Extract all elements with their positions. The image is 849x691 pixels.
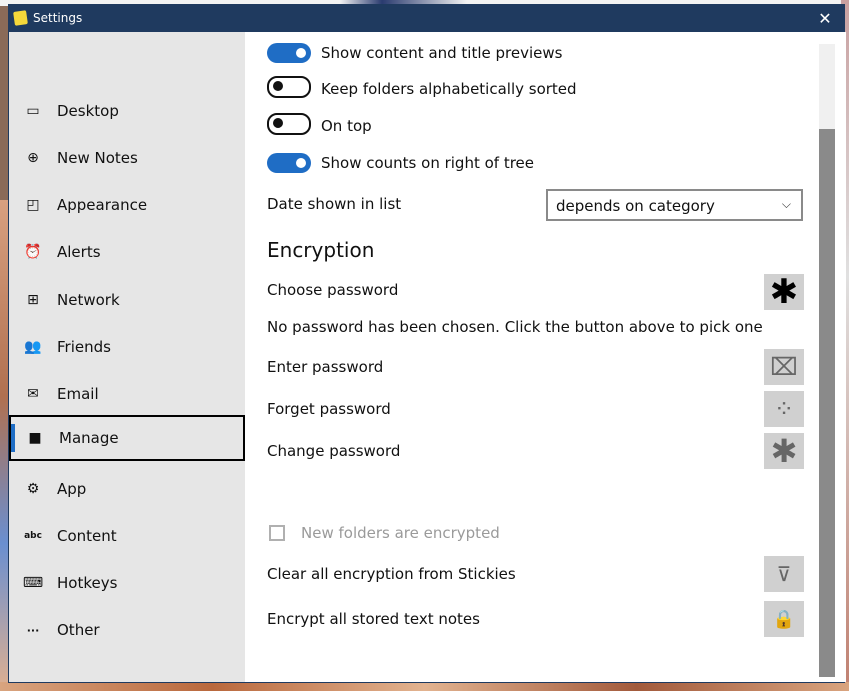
toggle-label: Keep folders alphabetically sorted [321, 80, 577, 98]
enter-password-button[interactable]: ⌧ [764, 349, 804, 385]
toggle-content-title-previews[interactable] [267, 43, 311, 63]
sidebar-item-label: Hotkeys [57, 574, 118, 592]
sidebar-item-label: Email [57, 385, 99, 403]
toggle-show-counts[interactable] [267, 153, 311, 173]
sidebar-item-new-notes[interactable]: ⊕ New Notes [9, 135, 245, 181]
password-entry-icon: ⌧ [770, 353, 798, 381]
sidebar-item-label: Manage [59, 429, 119, 447]
sidebar-item-label: Network [57, 291, 120, 309]
keyboard-icon: ⌨ [22, 575, 44, 591]
toggle-label: Show content and title previews [321, 44, 563, 62]
asterisk-icon: ✱ [769, 272, 799, 312]
toggle-on-top[interactable] [267, 113, 311, 135]
abc-icon: abc [24, 531, 42, 541]
toggle-knob [296, 48, 306, 58]
sidebar-item-app[interactable]: ⚙ App [9, 466, 245, 512]
new-folders-encrypted-checkbox[interactable] [269, 525, 285, 541]
choose-password-button[interactable]: ✱ [764, 272, 804, 312]
sidebar-item-alerts[interactable]: ⏰ Alerts [9, 229, 245, 275]
toggle-knob [273, 118, 283, 128]
lock-icon: 🔒 [772, 608, 796, 630]
sidebar-item-appearance[interactable]: ◰ Appearance [9, 182, 245, 228]
plus-circle-icon: ⊕ [27, 150, 39, 166]
date-shown-value: depends on category [556, 197, 715, 215]
spinner-dots-icon: ⁘ [773, 395, 795, 423]
scrollbar-thumb[interactable] [819, 129, 835, 677]
change-password-button[interactable]: ✱ [764, 432, 804, 470]
window-title: Settings [33, 11, 83, 25]
enter-password-label: Enter password [267, 358, 384, 376]
monitor-icon: ▭ [26, 103, 40, 119]
sidebar-item-hotkeys[interactable]: ⌨ Hotkeys [9, 560, 245, 606]
asterisk-icon: ✱ [770, 432, 798, 470]
toggle-folders-sorted[interactable] [267, 76, 311, 98]
toggle-label: Show counts on right of tree [321, 154, 535, 172]
sidebar-item-desktop[interactable]: ▭ Desktop [9, 88, 245, 134]
encrypt-notes-button[interactable]: 🔒 [764, 601, 804, 637]
sidebar-item-label: Other [57, 621, 100, 639]
toggle-knob [296, 158, 306, 168]
note-icon: ◰ [26, 197, 40, 213]
sidebar-item-label: Desktop [57, 102, 119, 120]
title-bar[interactable]: Settings ✕ [9, 5, 844, 32]
network-icon: ⊞ [27, 292, 39, 308]
settings-sidebar: ▭ Desktop ⊕ New Notes ◰ Appearance ⏰ Ale… [9, 32, 245, 682]
ellipsis-icon: ··· [26, 623, 40, 637]
sidebar-item-email[interactable]: ✉ Email [9, 371, 245, 417]
sticky-note-app-icon [13, 10, 28, 26]
change-password-label: Change password [267, 442, 401, 460]
date-shown-label: Date shown in list [267, 195, 402, 213]
chevron-down-icon: ⌵ [781, 197, 791, 211]
sidebar-item-manage[interactable]: ■ Manage [9, 415, 245, 461]
alarm-clock-icon: ⏰ [24, 244, 42, 260]
sidebar-item-other[interactable]: ··· Other [9, 607, 245, 653]
sidebar-item-label: Friends [57, 338, 111, 356]
settings-window: Settings ✕ ▭ Desktop ⊕ New Notes ◰ Appea… [8, 4, 846, 683]
encrypt-notes-label: Encrypt all stored text notes [267, 610, 480, 628]
encryption-heading: Encryption [267, 238, 375, 262]
clear-encryption-label: Clear all encryption from Stickies [267, 565, 516, 583]
close-button[interactable]: ✕ [806, 5, 844, 32]
mail-icon: ✉ [27, 386, 39, 402]
sidebar-item-label: New Notes [57, 149, 138, 167]
sidebar-item-friends[interactable]: 👥 Friends [9, 324, 245, 370]
desktop-wallpaper-bottom [0, 682, 849, 691]
sidebar-item-label: Alerts [57, 243, 101, 261]
settings-content: Show content and title previews Keep fol… [245, 32, 846, 682]
forget-password-label: Forget password [267, 400, 391, 418]
eye-off-icon: ⊽ [776, 562, 792, 586]
people-icon: 👥 [24, 339, 42, 355]
choose-password-label: Choose password [267, 281, 399, 299]
clear-encryption-button[interactable]: ⊽ [764, 556, 804, 592]
sidebar-item-label: App [57, 480, 87, 498]
new-folders-encrypted-label: New folders are encrypted [301, 524, 500, 542]
sidebar-item-label: Appearance [57, 196, 148, 214]
folder-icon: ■ [28, 430, 42, 446]
sidebar-item-network[interactable]: ⊞ Network [9, 277, 245, 323]
no-password-message: No password has been chosen. Click the b… [267, 318, 763, 336]
sidebar-item-content[interactable]: abc Content [9, 513, 245, 559]
toggle-knob [273, 81, 283, 91]
gear-icon: ⚙ [26, 481, 40, 497]
toggle-label: On top [321, 117, 372, 135]
date-shown-select[interactable]: depends on category ⌵ [546, 189, 803, 221]
sidebar-item-label: Content [57, 527, 117, 545]
forget-password-button[interactable]: ⁘ [764, 391, 804, 427]
